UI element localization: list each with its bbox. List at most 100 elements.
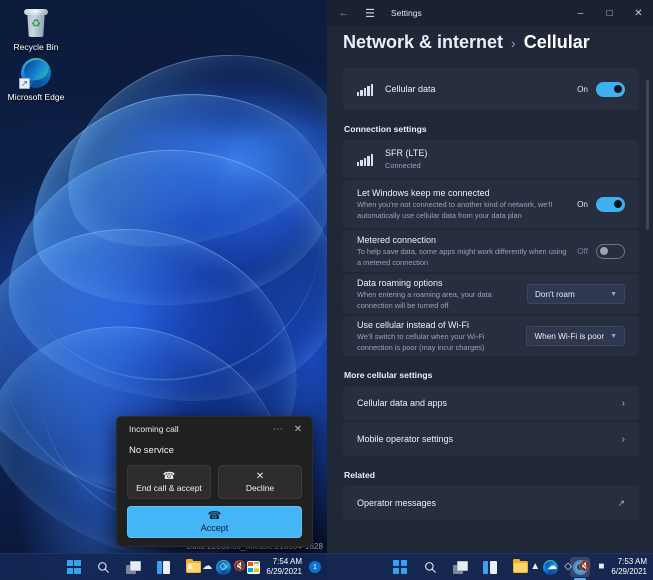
window-title: Settings <box>391 8 422 18</box>
dropdown-value: Don't roam <box>535 289 575 299</box>
desktop-icon-label: Recycle Bin <box>13 42 59 52</box>
wifi-icon[interactable]: ◇ <box>564 562 572 572</box>
search-button[interactable] <box>420 557 440 577</box>
widgets-button[interactable] <box>480 557 500 577</box>
call-action-row: ☎ End call & accept ✕ Decline <box>127 465 302 499</box>
cloud-icon[interactable]: ☁ <box>547 562 557 572</box>
row-description: We'll switch to cellular when your Wi-Fi… <box>357 332 485 352</box>
settings-window: ← ☰ Settings – □ ✕ Network & internet › … <box>327 0 653 580</box>
clock-time: 7:53 AM <box>617 557 647 566</box>
section-header-related: Related <box>344 470 376 480</box>
task-view-button[interactable] <box>124 557 144 577</box>
chevron-up-icon[interactable]: ▲ <box>185 562 195 572</box>
toggle-state-label: On <box>577 199 588 209</box>
data-roaming-row[interactable]: Data roaming options When entering a roa… <box>343 274 639 314</box>
flyout-title: Incoming call <box>129 424 179 434</box>
battery-icon[interactable]: ■ <box>253 562 259 572</box>
chevron-right-icon: › <box>621 397 625 409</box>
close-icon[interactable]: ✕ <box>624 0 653 26</box>
use-cellular-dropdown[interactable]: When Wi-Fi is poor ▼ <box>526 326 625 346</box>
clock-date: 6/29/2021 <box>266 567 302 576</box>
signal-bars-icon <box>357 83 374 96</box>
row-title: Use cellular instead of Wi-Fi <box>357 319 470 330</box>
data-roaming-dropdown[interactable]: Don't roam ▼ <box>527 284 625 304</box>
operator-row[interactable]: SFR (LTE) Connected <box>343 140 639 178</box>
speaker-mute-icon[interactable]: 🔇 <box>234 562 246 572</box>
breadcrumb: Network & internet › Cellular <box>327 26 653 63</box>
operator-messages-row[interactable]: Operator messages ↗ <box>343 486 639 520</box>
mobile-operator-settings-row[interactable]: Mobile operator settings › <box>343 422 639 456</box>
row-title: Let Windows keep me connected <box>357 187 490 198</box>
row-title: Mobile operator settings <box>357 433 454 444</box>
widgets-button[interactable] <box>154 557 174 577</box>
metered-connection-toggle[interactable] <box>596 243 625 259</box>
row-title: Operator messages <box>357 497 437 508</box>
phone-end-icon: ☎ <box>162 470 176 482</box>
clock-left[interactable]: 7:54 AM 6/29/2021 <box>266 557 302 577</box>
chevron-up-icon[interactable]: ▲ <box>530 562 540 572</box>
clock-right[interactable]: 7:53 AM 6/29/2021 <box>611 557 647 577</box>
hamburger-icon[interactable]: ☰ <box>357 0 383 26</box>
toggle-state-label: On <box>577 84 588 94</box>
task-view-icon <box>126 560 141 574</box>
clock-time: 7:54 AM <box>272 557 302 566</box>
desktop-icon-microsoft-edge[interactable]: ↗ Microsoft Edge <box>4 56 68 103</box>
speaker-mute-icon[interactable]: 🔇 <box>579 562 591 572</box>
row-description: To help save data, some apps might work … <box>357 247 567 267</box>
desktop-icon-recycle-bin[interactable]: ♻ Recycle Bin <box>4 8 68 53</box>
close-icon: ✕ <box>255 470 265 482</box>
back-arrow-icon[interactable]: ← <box>331 0 357 26</box>
notification-badge[interactable]: 1 <box>309 561 321 573</box>
start-button[interactable] <box>64 557 84 577</box>
chevron-down-icon: ▼ <box>610 290 617 298</box>
keep-connected-toggle[interactable] <box>596 196 625 212</box>
decline-button[interactable]: ✕ Decline <box>218 465 302 499</box>
keep-connected-row[interactable]: Let Windows keep me connected When you'r… <box>343 180 639 228</box>
row-title: Cellular data <box>385 83 436 94</box>
button-label: Decline <box>245 482 275 493</box>
dual-screen-comparison: ♻ Recycle Bin ↗ Microsoft Edge Build 220… <box>0 0 653 580</box>
close-icon[interactable]: ✕ <box>288 419 308 439</box>
windows-logo-icon <box>66 560 81 574</box>
cellular-data-row[interactable]: Cellular data On <box>343 68 639 110</box>
row-title: Data roaming options <box>357 277 443 288</box>
cellular-data-and-apps-row[interactable]: Cellular data and apps › <box>343 386 639 420</box>
cellular-data-toggle[interactable] <box>596 81 625 97</box>
edge-icon: ↗ <box>19 56 51 89</box>
start-button[interactable] <box>390 557 410 577</box>
toggle-state-label: Off <box>577 246 588 256</box>
call-status-text: No service <box>129 445 174 456</box>
taskbar-right: ▲ ☁ ◇ 🔇 ■ 7:53 AM 6/29/2021 <box>327 553 653 580</box>
recycle-bin-icon: ♻ <box>23 8 49 38</box>
widgets-icon <box>156 560 171 574</box>
cloud-icon[interactable]: ☁ <box>202 562 212 572</box>
end-call-and-accept-button[interactable]: ☎ End call & accept <box>127 465 211 499</box>
breadcrumb-parent[interactable]: Network & internet <box>343 32 503 53</box>
connection-settings-group: SFR (LTE) Connected Let Windows keep me … <box>343 140 639 356</box>
minimize-icon[interactable]: – <box>566 0 595 26</box>
settings-scroll-area[interactable]: Cellular data On Connection settings SFR… <box>327 68 653 553</box>
wifi-icon[interactable]: ◇ <box>219 562 227 572</box>
incoming-call-flyout: Incoming call ⋯ ✕ No service ☎ End call … <box>116 416 313 547</box>
battery-icon[interactable]: ■ <box>598 562 604 572</box>
flyout-header: Incoming call ⋯ ✕ <box>117 417 312 441</box>
operator-status: Connected <box>385 160 421 170</box>
section-header-connection-settings: Connection settings <box>344 124 427 134</box>
accept-button[interactable]: ☎ Accept <box>127 506 302 538</box>
operator-name: SFR (LTE) <box>385 147 428 158</box>
button-label: Accept <box>200 523 229 533</box>
ellipsis-icon[interactable]: ⋯ <box>268 419 288 439</box>
file-explorer-button[interactable] <box>510 557 530 577</box>
row-description: When you're not connected to another kin… <box>357 200 553 220</box>
metered-connection-row[interactable]: Metered connection To help save data, so… <box>343 230 639 272</box>
scrollbar-thumb[interactable] <box>646 80 649 230</box>
maximize-icon[interactable]: □ <box>595 0 624 26</box>
settings-titlebar: ← ☰ Settings – □ ✕ <box>327 0 653 26</box>
shortcut-arrow-icon: ↗ <box>19 78 30 89</box>
task-view-button[interactable] <box>450 557 470 577</box>
use-cellular-row[interactable]: Use cellular instead of Wi-Fi We'll swit… <box>343 316 639 356</box>
search-button[interactable] <box>94 557 114 577</box>
clock-date: 6/29/2021 <box>611 567 647 576</box>
search-icon <box>424 561 436 573</box>
windows-desktop: ♻ Recycle Bin ↗ Microsoft Edge Build 220… <box>0 0 327 580</box>
